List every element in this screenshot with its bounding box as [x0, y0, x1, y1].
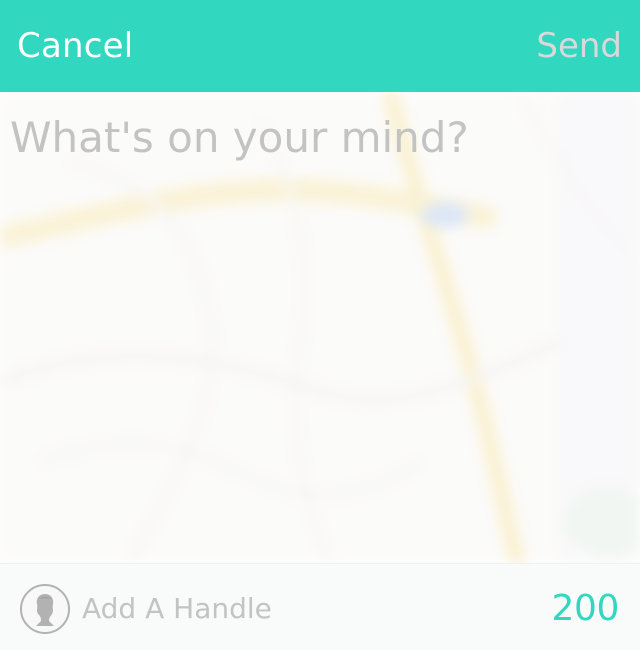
- compose-screen: Cancel Send Add A Ha: [0, 0, 640, 650]
- character-count: 200: [551, 588, 619, 629]
- compose-area: [0, 92, 640, 563]
- add-handle-button[interactable]: Add A Handle: [20, 582, 272, 636]
- top-bar: Cancel Send: [0, 0, 640, 92]
- send-button[interactable]: Send: [536, 25, 622, 67]
- user-silhouette-icon: [20, 584, 70, 634]
- add-handle-label: Add A Handle: [82, 592, 272, 625]
- cancel-button[interactable]: Cancel: [17, 25, 133, 67]
- message-input[interactable]: [0, 92, 640, 563]
- bottom-bar: Add A Handle 200: [0, 563, 640, 650]
